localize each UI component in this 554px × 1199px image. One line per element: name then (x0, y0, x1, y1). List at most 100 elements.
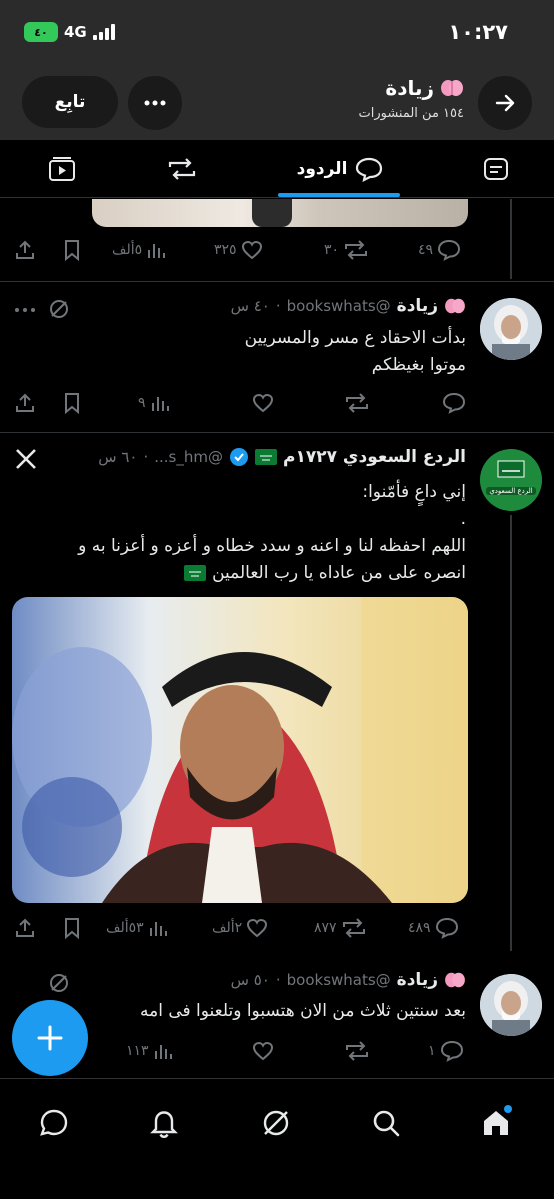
share-button[interactable] (14, 388, 36, 418)
tweet-text-line: بدأت الاحقاد ع مسر والمسريين (244, 328, 466, 348)
tab-replies[interactable]: الردود (290, 140, 390, 198)
media-detail-shape (252, 199, 292, 227)
plus-icon (37, 1025, 63, 1051)
tweet-card[interactable]: زيادة @bookswhats · ٤٠ س بدأت الاحقاد ع … (0, 282, 554, 432)
author-handle[interactable]: @bookswhats (287, 297, 391, 315)
tab-reposts[interactable] (160, 140, 204, 198)
nav-home[interactable] (476, 1103, 516, 1143)
like-button[interactable] (252, 388, 274, 418)
bookmark-button[interactable] (62, 235, 82, 265)
tab-replies-label: الردود (296, 159, 348, 179)
nav-notifications[interactable] (144, 1103, 184, 1143)
grok-icon[interactable] (48, 298, 70, 324)
separator-dot: · (275, 297, 281, 315)
avatar[interactable]: الردع السعودي (480, 449, 542, 511)
repost-button[interactable] (344, 388, 370, 418)
tweet-text-line: انصره على من عاداه يا رب العالمين (212, 563, 466, 583)
author-handle[interactable]: @bookswhats (287, 971, 391, 989)
x-logo-icon[interactable] (14, 447, 38, 475)
tab-posts[interactable] (476, 140, 516, 198)
reply-button[interactable] (442, 388, 466, 418)
tweet-actions: ٥ألف ٣٢٥ ٣٠ ٤٩ (0, 235, 554, 265)
thread-line (510, 515, 512, 951)
tweet-media[interactable] (12, 597, 468, 903)
more-button[interactable] (128, 76, 182, 130)
profile-tabs: الردود (0, 140, 554, 198)
tweet-more-icon[interactable] (14, 298, 36, 317)
author-name[interactable]: زيادة (397, 970, 438, 990)
tweet-text: بدأت الاحقاد ع مسر والمسريين موتوا بغيظك… (26, 325, 466, 379)
reply-icon (442, 392, 466, 414)
photo-image (12, 597, 468, 903)
reply-button[interactable]: ٤٩ (418, 235, 461, 265)
battery-level: ٤٠ (34, 25, 48, 39)
tab-media[interactable] (42, 140, 82, 198)
bookmark-icon (65, 240, 79, 261)
heart-icon (241, 240, 262, 260)
avatar-label: الردع السعودي (486, 487, 536, 495)
like-button[interactable] (252, 1036, 274, 1066)
profile-title: زيادة (385, 76, 464, 100)
tweet-text-line: اللهم احفظه لنا و اعنه و سدد خطاه و أعزه… (78, 536, 466, 556)
reposts-count: ٨٧٧ (314, 920, 337, 936)
share-icon (16, 240, 34, 259)
reply-button[interactable]: ١ (428, 1036, 464, 1066)
battery-icon: ٤٠ (24, 22, 58, 42)
signal-icon (92, 24, 115, 40)
repost-button[interactable] (344, 1036, 370, 1066)
like-button[interactable]: ٢ألف (212, 913, 268, 943)
follow-button[interactable]: تابِع (22, 76, 118, 128)
nav-search[interactable] (366, 1103, 406, 1143)
views-button[interactable]: ١١٣ (126, 1036, 173, 1066)
views-button[interactable]: ٩ (138, 388, 170, 418)
author-handle[interactable]: @s_hm... (154, 448, 223, 466)
likes-count: ٢ألف (212, 920, 243, 936)
nav-messages[interactable] (34, 1103, 74, 1143)
views-icon (149, 922, 167, 936)
reply-button[interactable]: ٤٨٩ (408, 913, 459, 943)
tweet-header: الردع السعودي ١٧٢٧م @s_hm... · ٦٠ س (98, 447, 466, 467)
bookmark-button[interactable] (62, 913, 82, 943)
likes-count: ٣٢٥ (214, 242, 237, 258)
grok-icon[interactable] (48, 972, 70, 998)
tweet-card[interactable]: ٥ألف ٣٢٥ ٣٠ ٤٩ (0, 199, 554, 279)
tweet-time: ٦٠ س (98, 448, 138, 466)
share-button[interactable] (14, 235, 36, 265)
views-count: ٥ألف (112, 242, 143, 258)
share-button[interactable] (14, 913, 36, 943)
tweet-text-line: . (460, 509, 466, 529)
saudi-flag-icon (254, 449, 277, 465)
tweet-text-line: بعد سنتين ثلاث من الان هتسبوا وتلعنوا فى… (139, 1001, 466, 1021)
new-content-dot (504, 1105, 512, 1113)
separator-dot: · (275, 971, 281, 989)
verified-icon (229, 448, 248, 466)
author-name[interactable]: زيادة (397, 296, 438, 316)
tweet-card[interactable]: زيادة @bookswhats · ٥٠ س بعد سنتين ثلاث … (0, 952, 554, 1078)
back-button[interactable] (478, 76, 532, 130)
share-icon (16, 393, 34, 412)
nav-grok[interactable] (256, 1103, 296, 1143)
replies-count: ٤٨٩ (408, 920, 431, 936)
bookmark-button[interactable] (62, 388, 82, 418)
avatar[interactable] (480, 974, 542, 1036)
separator-dot: · (143, 448, 149, 466)
tweet-card[interactable]: الردع السعودي الردع السعودي ١٧٢٧م @s_hm.… (0, 433, 554, 951)
tweet-actions: ٩ (0, 388, 554, 418)
status-indicators: ٤٠ 4G (24, 22, 115, 42)
like-button[interactable]: ٣٢٥ (214, 235, 263, 265)
repost-button[interactable]: ٨٧٧ (314, 913, 367, 943)
views-button[interactable]: ٥٣ألف (106, 913, 168, 943)
share-icon (16, 918, 34, 937)
bookmark-icon (65, 393, 79, 414)
compose-button[interactable] (12, 1000, 88, 1076)
avatar[interactable] (480, 298, 542, 360)
reposts-count: ٣٠ (324, 242, 340, 258)
bottom-nav (0, 1078, 554, 1199)
tweet-header: زيادة @bookswhats · ٥٠ س (231, 970, 466, 990)
repost-button[interactable]: ٣٠ (324, 235, 369, 265)
messages-icon (40, 1109, 68, 1136)
views-button[interactable]: ٥ألف (112, 235, 166, 265)
reply-icon (435, 917, 458, 939)
repost-icon (346, 393, 368, 413)
author-name[interactable]: الردع السعودي ١٧٢٧م (283, 447, 466, 467)
